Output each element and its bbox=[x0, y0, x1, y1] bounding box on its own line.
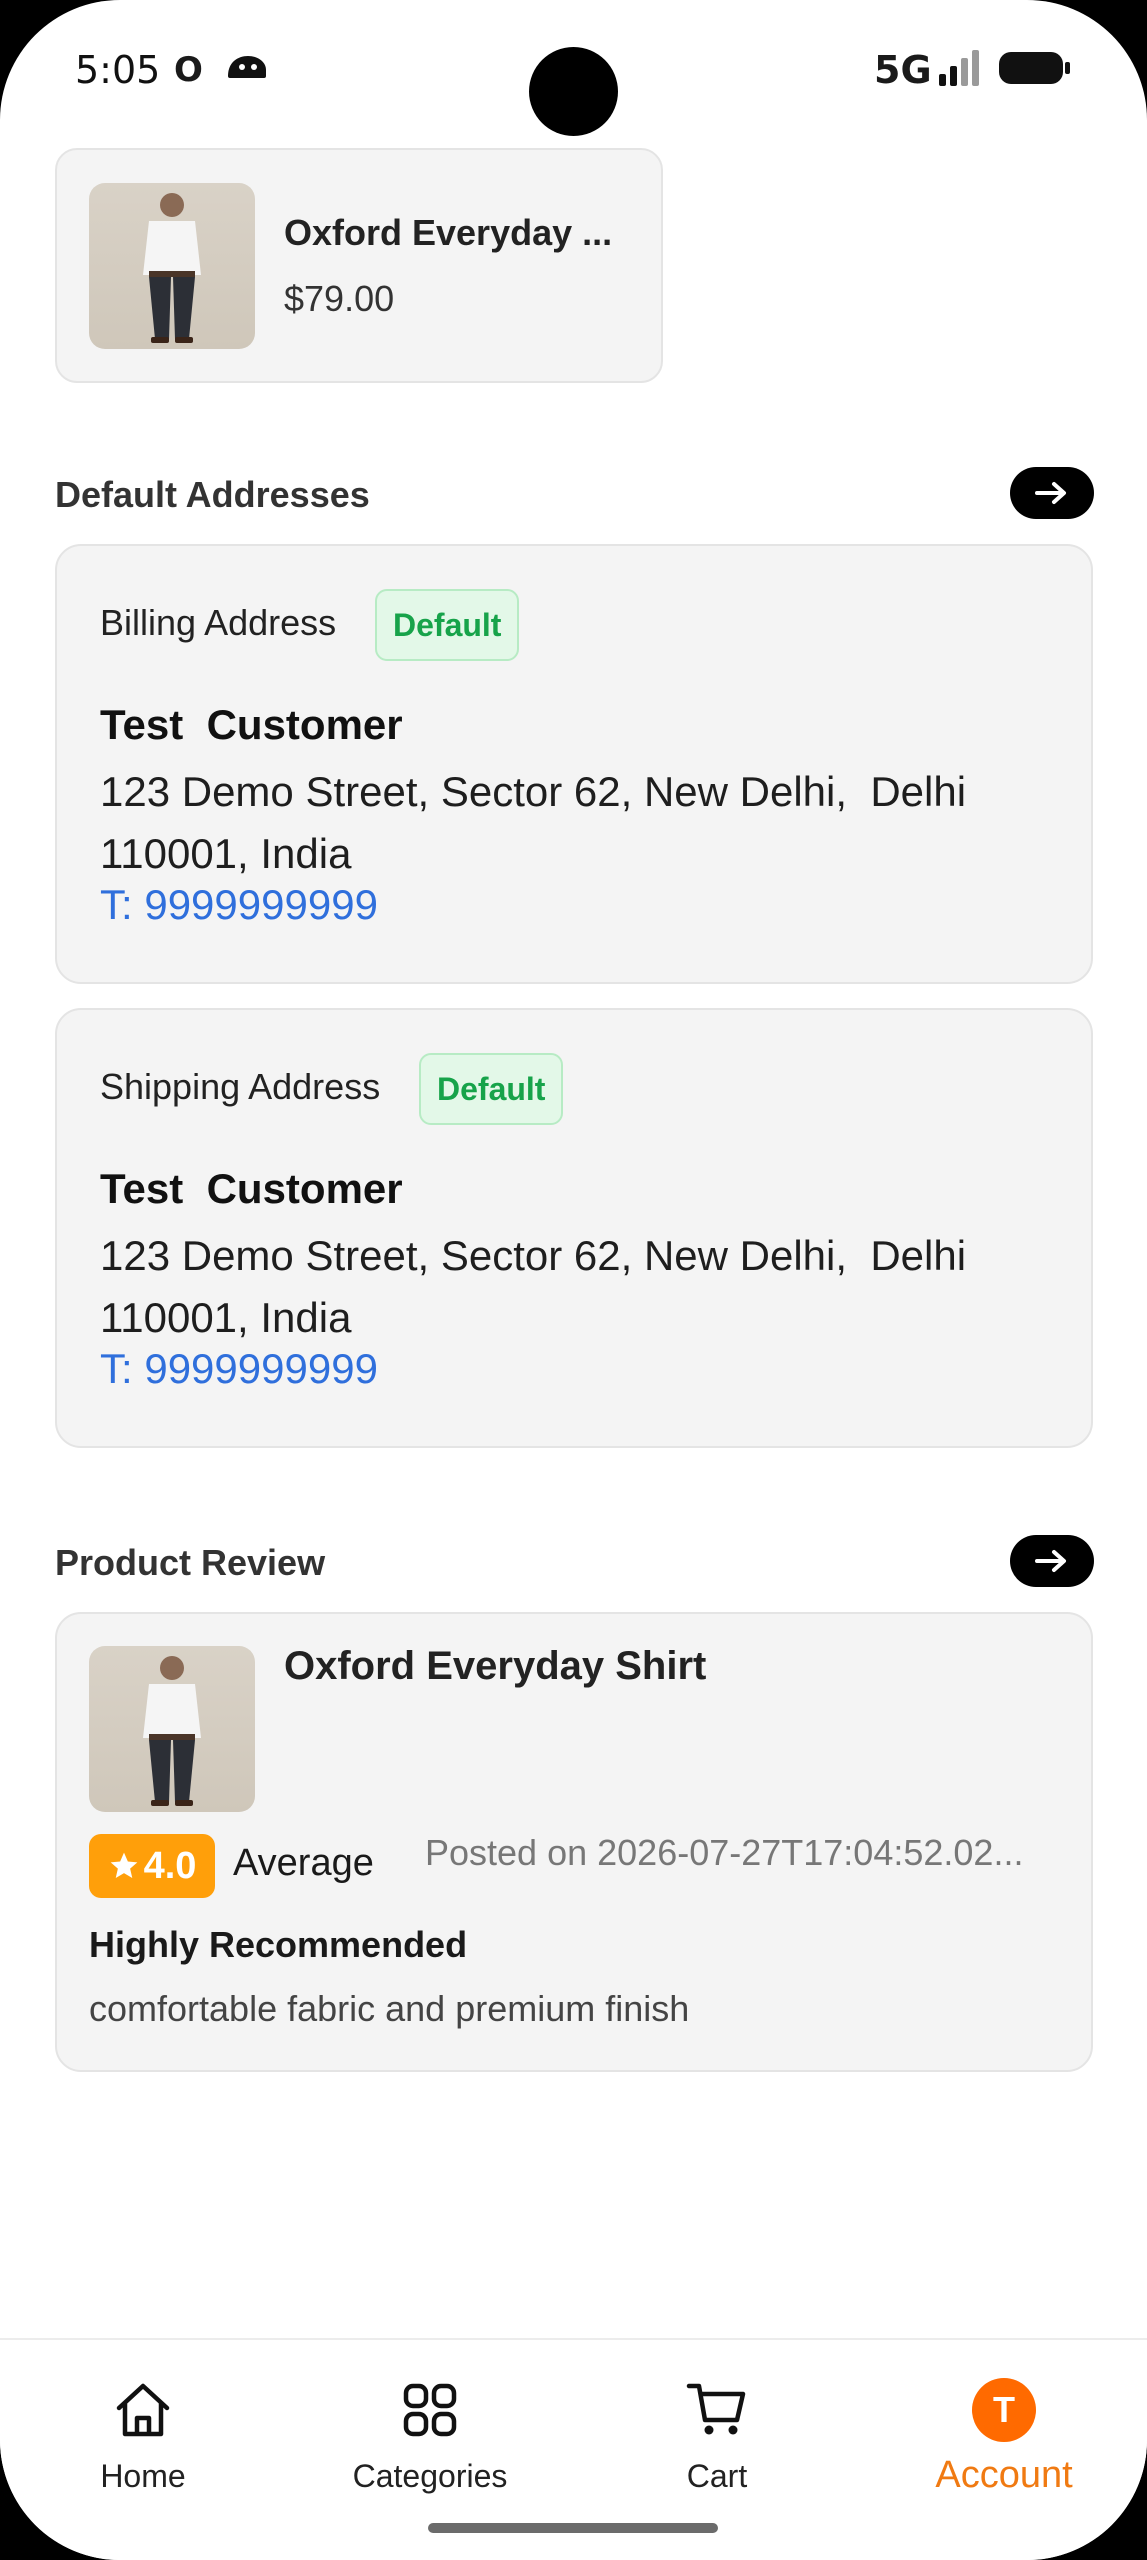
address-type-label: Billing Address bbox=[100, 602, 337, 643]
address-type-label: Shipping Address bbox=[100, 1066, 381, 1107]
posted-date: Posted on 2026-07-27T17:04:52.02... bbox=[425, 1832, 1024, 1873]
billing-address-card[interactable]: Billing Address Default Test Customer 12… bbox=[55, 544, 1093, 984]
order-item-card[interactable]: Oxford Everyday ... $79.00 bbox=[55, 148, 663, 383]
screen: 5:05 O 5G Oxford Everyday ... $79.00 Def… bbox=[0, 0, 1147, 2560]
section-title-addresses: Default Addresses bbox=[55, 474, 370, 515]
address-text: 123 Demo Street, Sector 62, New Delhi, D… bbox=[100, 1232, 967, 1341]
star-icon bbox=[110, 1852, 137, 1878]
status-bar: 5:05 O 5G bbox=[0, 0, 1147, 140]
nav-item-home[interactable]: Home bbox=[23, 2358, 263, 2508]
reviews-arrow-button[interactable] bbox=[1010, 1535, 1094, 1587]
review-title: Highly Recommended bbox=[89, 1924, 468, 1965]
section-title-reviews: Product Review bbox=[55, 1542, 326, 1583]
signal-icon bbox=[939, 50, 979, 86]
network-type: 5G bbox=[874, 48, 932, 92]
shipping-address-card[interactable]: Shipping Address Default Test Customer 1… bbox=[55, 1008, 1093, 1448]
rating-label: Average bbox=[233, 1842, 374, 1884]
order-product-name: Oxford Everyday ... bbox=[284, 212, 613, 253]
rating-badge: 4.0 bbox=[89, 1834, 215, 1898]
phone-link[interactable]: T: 9999999999 bbox=[100, 881, 378, 929]
grid-icon bbox=[403, 2383, 457, 2437]
product-model-image bbox=[143, 193, 201, 343]
home-icon bbox=[116, 2383, 170, 2437]
address-text: 123 Demo Street, Sector 62, New Delhi, D… bbox=[100, 768, 967, 877]
customer-name: Test Customer bbox=[100, 1165, 403, 1212]
nav-label-categories: Categories bbox=[352, 2458, 508, 2494]
notification-app-icon bbox=[228, 56, 266, 78]
default-badge: Default bbox=[375, 589, 520, 661]
arrow-right-icon bbox=[1035, 482, 1066, 504]
review-product-name: Oxford Everyday Shirt bbox=[284, 1644, 707, 1688]
phone-link[interactable]: T: 9999999999 bbox=[100, 1345, 378, 1393]
default-badge: Default bbox=[419, 1053, 564, 1125]
home-indicator[interactable] bbox=[428, 2523, 718, 2533]
arrow-right-icon bbox=[1035, 1550, 1066, 1572]
nav-label-cart: Cart bbox=[686, 2458, 748, 2494]
order-product-price: $79.00 bbox=[284, 278, 395, 319]
front-camera bbox=[529, 47, 618, 136]
nav-item-categories[interactable]: Categories bbox=[310, 2358, 550, 2508]
nav-label-home: Home bbox=[100, 2458, 186, 2494]
avatar: T bbox=[972, 2378, 1036, 2442]
customer-name: Test Customer bbox=[100, 701, 403, 748]
review-card[interactable]: Oxford Everyday Shirt 4.0 Average Posted… bbox=[55, 1612, 1093, 2072]
addresses-arrow-button[interactable] bbox=[1010, 467, 1094, 519]
notification-o-icon: O bbox=[174, 50, 203, 90]
review-body: comfortable fabric and premium finish bbox=[89, 1988, 690, 2029]
nav-item-cart[interactable]: Cart bbox=[597, 2358, 837, 2508]
nav-item-account[interactable]: T Account bbox=[884, 2358, 1124, 2508]
status-time: 5:05 bbox=[75, 48, 161, 92]
product-thumbnail bbox=[89, 1646, 255, 1812]
product-model-image bbox=[143, 1656, 201, 1806]
cart-icon bbox=[686, 2383, 746, 2435]
nav-label-account: Account bbox=[935, 2454, 1073, 2496]
product-thumbnail bbox=[89, 183, 255, 349]
battery-icon bbox=[999, 52, 1070, 84]
rating-value: 4.0 bbox=[143, 1844, 197, 1887]
